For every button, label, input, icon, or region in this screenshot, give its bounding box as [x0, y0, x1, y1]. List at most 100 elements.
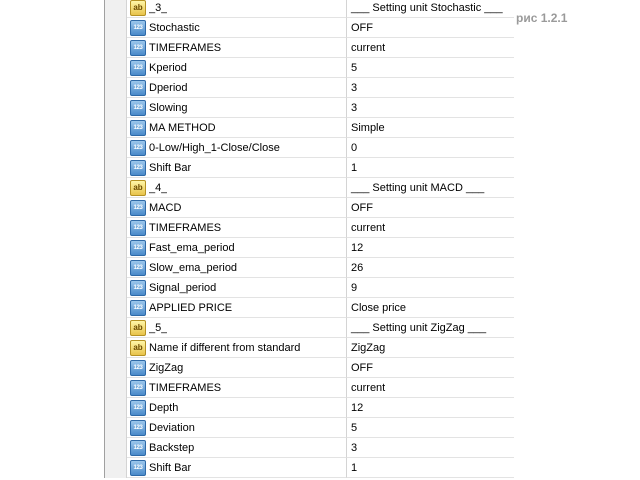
- parameter-row[interactable]: 123 MACD OFF: [105, 198, 514, 218]
- number-type-icon: 123: [130, 39, 146, 56]
- number-type-icon: 123: [130, 419, 146, 436]
- parameter-name-cell[interactable]: 123 Slowing: [127, 98, 347, 118]
- parameter-row[interactable]: 123 APPLIED PRICE Close price: [105, 298, 514, 318]
- parameter-value[interactable]: Simple: [347, 118, 514, 138]
- parameter-name-cell[interactable]: 123 Shift Bar: [127, 458, 347, 478]
- parameter-name-cell[interactable]: 123 Slow_ema_period: [127, 258, 347, 278]
- parameter-value[interactable]: OFF: [347, 198, 514, 218]
- parameter-value[interactable]: ___ Setting unit ZigZag ___: [347, 318, 514, 338]
- number-type-icon: 123: [130, 99, 146, 116]
- parameter-row[interactable]: 123 ZigZag OFF: [105, 358, 514, 378]
- parameter-name: TIMEFRAMES: [149, 381, 222, 394]
- parameter-name: Kperiod: [149, 61, 187, 74]
- parameter-row[interactable]: 123 Slow_ema_period 26: [105, 258, 514, 278]
- parameter-name-cell[interactable]: 123 Deviation: [127, 418, 347, 438]
- row-margin: [105, 418, 127, 438]
- parameter-value[interactable]: 26: [347, 258, 514, 278]
- string-type-icon: ab: [130, 339, 146, 356]
- parameter-value[interactable]: 5: [347, 58, 514, 78]
- parameter-name-cell[interactable]: 123 Fast_ema_period: [127, 238, 347, 258]
- parameter-name-cell[interactable]: 123 APPLIED PRICE: [127, 298, 347, 318]
- parameter-row[interactable]: 123 Slowing 3: [105, 98, 514, 118]
- parameter-name-cell[interactable]: 123 Shift Bar: [127, 158, 347, 178]
- parameter-row[interactable]: 123 Fast_ema_period 12: [105, 238, 514, 258]
- parameter-row[interactable]: 123 Kperiod 5: [105, 58, 514, 78]
- screenshot-canvas: ab _3_ ___ Setting unit Stochastic ___ 123 S…: [0, 0, 640, 480]
- row-margin: [105, 0, 127, 18]
- parameter-value[interactable]: 9: [347, 278, 514, 298]
- parameter-row[interactable]: 123 Signal_period 9: [105, 278, 514, 298]
- parameter-name: Deviation: [149, 421, 195, 434]
- parameter-name-cell[interactable]: 123 Signal_period: [127, 278, 347, 298]
- parameter-name: TIMEFRAMES: [149, 41, 222, 54]
- parameter-row[interactable]: 123 TIMEFRAMES current: [105, 38, 514, 58]
- parameter-value[interactable]: 12: [347, 238, 514, 258]
- parameter-row[interactable]: ab _4_ ___ Setting unit MACD ___: [105, 178, 514, 198]
- parameter-row[interactable]: ab Name if different from standard ZigZag: [105, 338, 514, 358]
- row-margin: [105, 318, 127, 338]
- parameter-name-cell[interactable]: 123 0-Low/High_1-Close/Close: [127, 138, 347, 158]
- parameter-name-cell[interactable]: 123 Depth: [127, 398, 347, 418]
- number-type-icon: 123: [130, 239, 146, 256]
- parameter-value[interactable]: 3: [347, 78, 514, 98]
- parameter-value[interactable]: 5: [347, 418, 514, 438]
- parameter-name-cell[interactable]: 123 Backstep: [127, 438, 347, 458]
- row-margin: [105, 118, 127, 138]
- parameter-name: _4_: [149, 181, 168, 194]
- parameter-name-cell[interactable]: 123 ZigZag: [127, 358, 347, 378]
- parameter-value[interactable]: OFF: [347, 18, 514, 38]
- number-type-icon: 123: [130, 139, 146, 156]
- parameter-value[interactable]: 12: [347, 398, 514, 418]
- parameter-value[interactable]: current: [347, 38, 514, 58]
- parameter-name-cell[interactable]: 123 TIMEFRAMES: [127, 38, 347, 58]
- parameter-name: MACD: [149, 201, 182, 214]
- parameter-row[interactable]: 123 Shift Bar 1: [105, 458, 514, 478]
- parameter-value[interactable]: 3: [347, 438, 514, 458]
- parameter-value[interactable]: ___ Setting unit Stochastic ___: [347, 0, 514, 18]
- parameter-name-cell[interactable]: 123 MACD: [127, 198, 347, 218]
- parameter-name: Shift Bar: [149, 461, 192, 474]
- parameter-name: Slowing: [149, 101, 188, 114]
- parameter-value[interactable]: 0: [347, 138, 514, 158]
- parameter-row[interactable]: 123 MA METHOD Simple: [105, 118, 514, 138]
- parameter-row[interactable]: 123 Dperiod 3: [105, 78, 514, 98]
- parameter-name-cell[interactable]: 123 Stochastic: [127, 18, 347, 38]
- parameter-name: _3_: [149, 1, 168, 14]
- parameter-row[interactable]: 123 Shift Bar 1: [105, 158, 514, 178]
- parameter-name: Signal_period: [149, 281, 217, 294]
- number-type-icon: 123: [130, 299, 146, 316]
- parameter-row[interactable]: 123 Deviation 5: [105, 418, 514, 438]
- parameter-value[interactable]: OFF: [347, 358, 514, 378]
- parameter-name-cell[interactable]: 123 Dperiod: [127, 78, 347, 98]
- parameter-row[interactable]: ab _3_ ___ Setting unit Stochastic ___: [105, 0, 514, 18]
- row-margin: [105, 398, 127, 418]
- parameter-value[interactable]: 3: [347, 98, 514, 118]
- row-margin: [105, 258, 127, 278]
- parameter-value[interactable]: Close price: [347, 298, 514, 318]
- parameter-name-cell[interactable]: ab _5_: [127, 318, 347, 338]
- parameter-value[interactable]: 1: [347, 458, 514, 478]
- parameter-row[interactable]: 123 TIMEFRAMES current: [105, 218, 514, 238]
- parameter-row[interactable]: 123 0-Low/High_1-Close/Close 0: [105, 138, 514, 158]
- parameter-name-cell[interactable]: ab _3_: [127, 0, 347, 18]
- parameter-row[interactable]: ab _5_ ___ Setting unit ZigZag ___: [105, 318, 514, 338]
- parameter-value[interactable]: 1: [347, 158, 514, 178]
- parameter-name-cell[interactable]: 123 MA METHOD: [127, 118, 347, 138]
- parameter-row[interactable]: 123 TIMEFRAMES current: [105, 378, 514, 398]
- parameter-name-cell[interactable]: ab _4_: [127, 178, 347, 198]
- parameter-value[interactable]: ___ Setting unit MACD ___: [347, 178, 514, 198]
- parameter-row[interactable]: 123 Depth 12: [105, 398, 514, 418]
- parameter-name: Slow_ema_period: [149, 261, 238, 274]
- parameter-row[interactable]: 123 Backstep 3: [105, 438, 514, 458]
- parameter-name-cell[interactable]: 123 TIMEFRAMES: [127, 218, 347, 238]
- row-margin: [105, 278, 127, 298]
- parameter-value[interactable]: current: [347, 218, 514, 238]
- parameter-row[interactable]: 123 Stochastic OFF: [105, 18, 514, 38]
- parameter-name-cell[interactable]: 123 TIMEFRAMES: [127, 378, 347, 398]
- parameter-name: MA METHOD: [149, 121, 216, 134]
- string-type-icon: ab: [130, 0, 146, 16]
- parameter-name-cell[interactable]: 123 Kperiod: [127, 58, 347, 78]
- parameter-name-cell[interactable]: ab Name if different from standard: [127, 338, 347, 358]
- parameter-value[interactable]: current: [347, 378, 514, 398]
- parameter-value[interactable]: ZigZag: [347, 338, 514, 358]
